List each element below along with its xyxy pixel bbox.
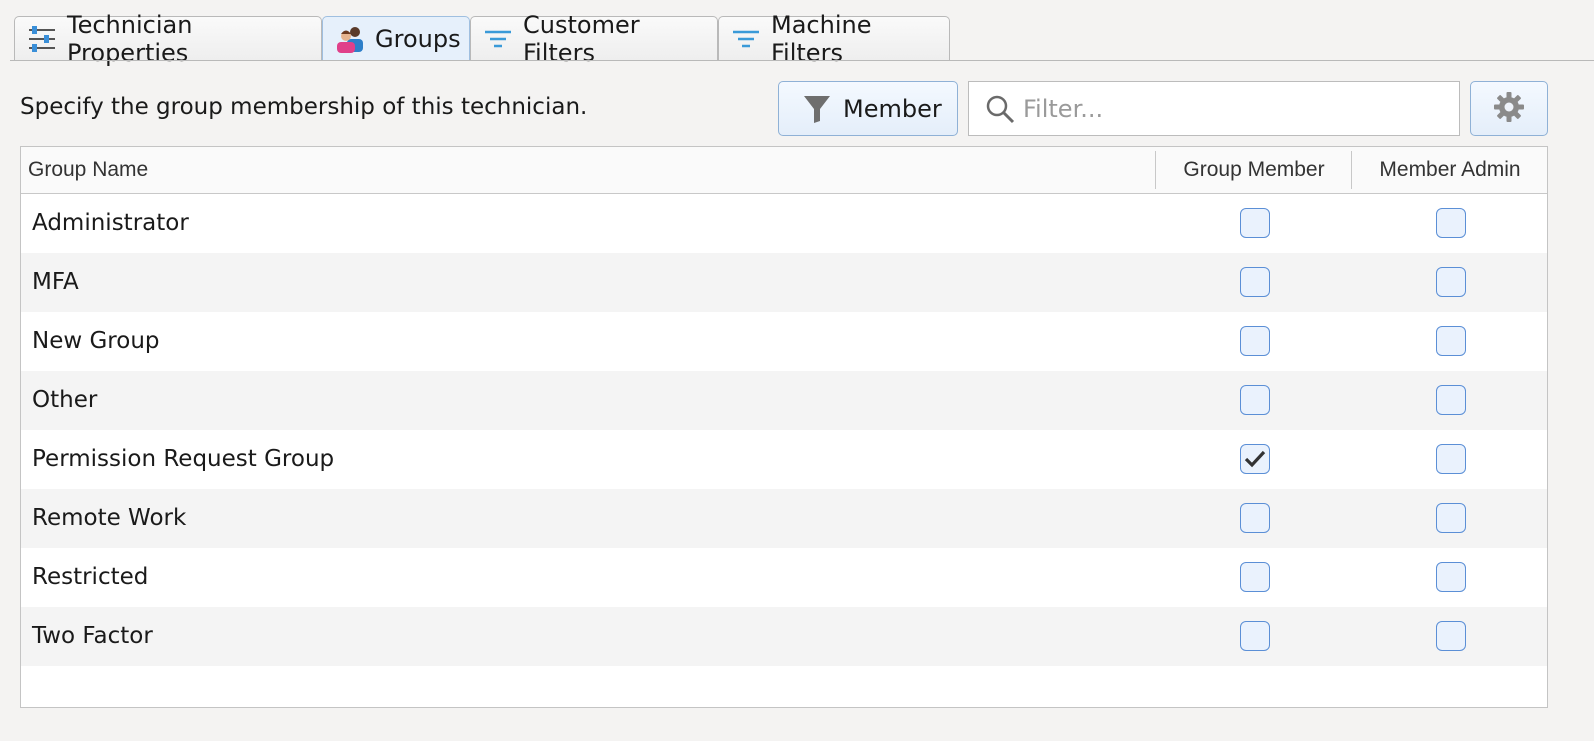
table-row[interactable]: New Group <box>21 312 1547 371</box>
users-icon <box>335 24 365 54</box>
member-admin-checkbox[interactable] <box>1436 444 1466 474</box>
table-row[interactable]: Remote Work <box>21 489 1547 548</box>
funnel-icon <box>803 94 831 124</box>
column-header-group-name[interactable]: Group Name <box>28 147 148 193</box>
group-name-cell: Two Factor <box>32 623 153 649</box>
group-member-checkbox[interactable] <box>1240 562 1270 592</box>
column-header-group-member[interactable]: Group Member <box>1155 151 1352 189</box>
tab-machine-filters[interactable]: Machine Filters <box>718 11 950 67</box>
member-filter-label: Member <box>843 94 942 123</box>
table-row[interactable]: MFA <box>21 253 1547 312</box>
table-row[interactable]: Other <box>21 371 1547 430</box>
sliders-icon <box>27 24 57 54</box>
member-admin-checkbox[interactable] <box>1436 208 1466 238</box>
group-name-cell: Administrator <box>32 210 189 236</box>
page-description: Specify the group membership of this tec… <box>20 94 588 120</box>
tab-label: Groups <box>375 25 461 53</box>
tab-label: Customer Filters <box>523 10 640 67</box>
search-icon <box>985 94 1015 124</box>
table-header: Group Name Group Member Member Admin <box>21 147 1547 194</box>
group-member-checkbox[interactable] <box>1240 503 1270 533</box>
tab-divider <box>10 60 1594 61</box>
table-row[interactable]: Administrator <box>21 194 1547 253</box>
tab-bar: Technician Properties Groups Customer Fi… <box>0 0 1594 67</box>
group-member-checkbox[interactable] <box>1240 326 1270 356</box>
filter-search-box[interactable] <box>968 81 1460 136</box>
group-name-cell: Remote Work <box>32 505 187 531</box>
group-member-checkbox[interactable] <box>1240 208 1270 238</box>
member-admin-checkbox[interactable] <box>1436 562 1466 592</box>
group-name-cell: Permission Request Group <box>32 446 335 472</box>
tab-customer-filters[interactable]: Customer Filters <box>470 11 718 67</box>
filter-lines-icon <box>483 24 513 54</box>
member-admin-checkbox[interactable] <box>1436 503 1466 533</box>
group-name-cell: MFA <box>32 269 79 295</box>
group-member-checkbox[interactable] <box>1240 621 1270 651</box>
group-member-checkbox[interactable] <box>1240 267 1270 297</box>
gear-icon <box>1493 91 1525 127</box>
settings-button[interactable] <box>1470 81 1548 136</box>
member-admin-checkbox[interactable] <box>1436 385 1466 415</box>
group-member-checkbox[interactable] <box>1240 444 1270 474</box>
filter-lines-icon <box>731 24 761 54</box>
tab-technician-properties[interactable]: Technician Properties <box>14 11 322 67</box>
member-admin-checkbox[interactable] <box>1436 267 1466 297</box>
tab-label: Technician Properties <box>67 10 193 67</box>
tab-groups[interactable]: Groups <box>322 16 470 61</box>
table-row[interactable]: Two Factor <box>21 607 1547 666</box>
filter-input[interactable] <box>1021 93 1445 124</box>
tab-label: Machine Filters <box>771 10 872 67</box>
groups-table: Group Name Group Member Member Admin Adm… <box>20 146 1548 708</box>
group-name-cell: Other <box>32 387 98 413</box>
table-row[interactable]: Permission Request Group <box>21 430 1547 489</box>
column-header-member-admin[interactable]: Member Admin <box>1351 151 1548 189</box>
member-filter-button[interactable]: Member <box>778 81 958 136</box>
group-name-cell: New Group <box>32 328 160 354</box>
table-row[interactable]: Restricted <box>21 548 1547 607</box>
member-admin-checkbox[interactable] <box>1436 621 1466 651</box>
group-name-cell: Restricted <box>32 564 149 590</box>
member-admin-checkbox[interactable] <box>1436 326 1466 356</box>
group-member-checkbox[interactable] <box>1240 385 1270 415</box>
